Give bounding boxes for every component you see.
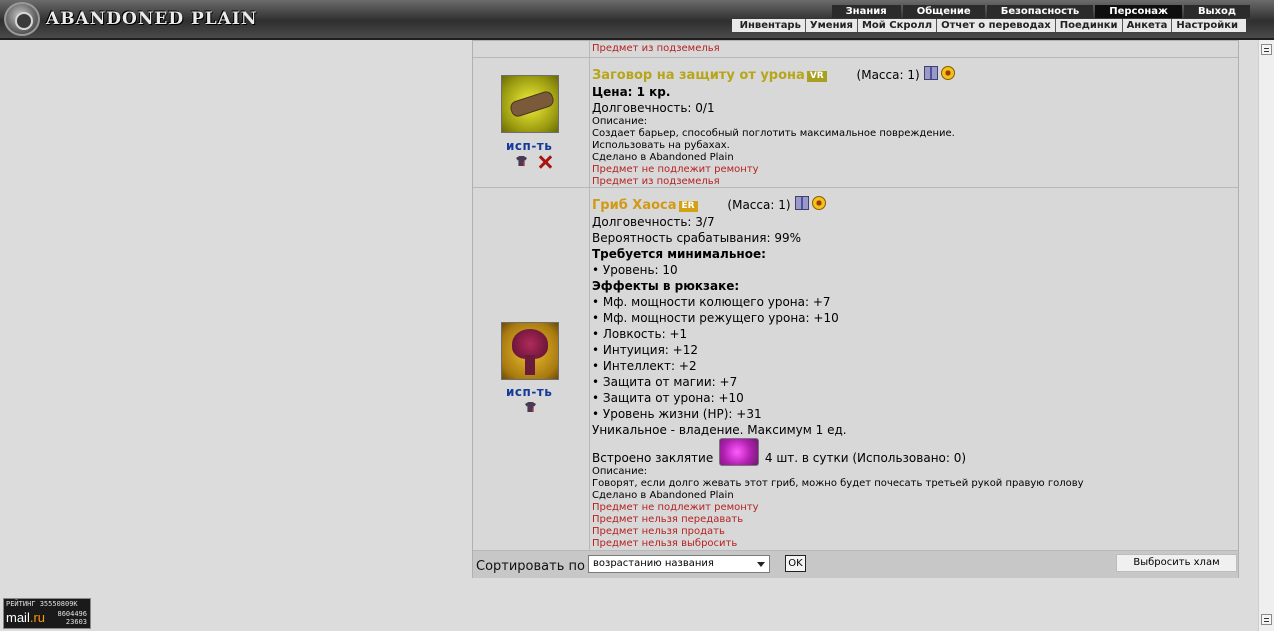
effects-title: Эффекты в рюкзаке: [592, 279, 740, 293]
submenu-my-scroll[interactable]: Мой Скролл [858, 19, 938, 32]
effect-line: • Мф. мощности колющего урона: +7 [592, 295, 831, 309]
gift-icon [923, 66, 938, 80]
spell-prefix: Встроено заклятие [592, 451, 714, 465]
sub-menu: Инвентарь Умения Мой Скролл Отчет о пере… [731, 19, 1246, 32]
item-note: Предмет нельзя передавать [592, 514, 744, 525]
item-name[interactable]: Заговор на защиту от урона [592, 68, 805, 83]
menu-knowledge[interactable]: Знания [831, 5, 901, 18]
submenu-transfer-report[interactable]: Отчет о переводах [937, 19, 1056, 32]
top-header: ABANDONED PLAIN Знания Общение Безопасно… [0, 0, 1274, 40]
effect-line: • Интуиция: +12 [592, 343, 698, 357]
top-menu: Знания Общение Безопасность Персонаж Вых… [831, 5, 1250, 18]
effect-line: • Уровень жизни (HP): +31 [592, 407, 762, 421]
requirements-title: Требуется минимальное: [592, 247, 766, 261]
delete-icon[interactable] [538, 155, 552, 169]
submenu-fights[interactable]: Поединки [1056, 19, 1123, 32]
use-link[interactable]: исп-ть [506, 385, 552, 399]
item-note: Предмет не подлежит ремонту [592, 502, 759, 513]
item-note: Предмет из подземелья [592, 43, 720, 54]
sort-selected-value: возрастанию названия [593, 558, 714, 569]
item-mass: (Масса: 1) [727, 198, 791, 212]
description-line: Говорят, если долго жевать этот гриб, мо… [592, 478, 1084, 489]
item-durability: Долговечность: 0/1 [592, 101, 715, 115]
made-in: Сделано в Abandoned Plain [592, 152, 734, 163]
counter-brand: mail.ru [6, 610, 46, 625]
submenu-profile[interactable]: Анкета [1123, 19, 1173, 32]
spell-usage: 4 шт. в сутки (Использовано: 0) [764, 451, 967, 465]
scroll-thumb-bottom[interactable] [1261, 614, 1272, 625]
submenu-inventory[interactable]: Инвентарь [736, 19, 806, 32]
chevron-down-icon [757, 562, 765, 567]
item-mass: (Масса: 1) [856, 68, 920, 82]
counter-number-total: 8604496 [57, 610, 87, 618]
menu-exit[interactable]: Выход [1183, 5, 1250, 18]
use-link[interactable]: исп-ть [506, 139, 552, 153]
spell-scroll-icon[interactable] [719, 438, 760, 466]
item-price: Цена: 1 кр. [592, 85, 671, 99]
item-note: Предмет нельзя продать [592, 526, 725, 537]
sort-select[interactable]: возрастанию названия [588, 555, 770, 573]
effect-line: • Ловкость: +1 [592, 327, 688, 341]
unique-note: Уникальное - владение. Максимум 1 ед. [592, 423, 847, 437]
embedded-spell: Встроено заклятие 4 шт. в сутки (Использ… [592, 438, 1238, 466]
description-line: Использовать на рубахах. [592, 140, 730, 151]
sort-bar: Сортировать по возрастанию названия OK В… [473, 550, 1238, 578]
coin-icon [811, 196, 826, 210]
submenu-skills[interactable]: Умения [806, 19, 858, 32]
menu-security[interactable]: Безопасность [986, 5, 1094, 18]
logo-text: ABANDONED PLAIN [46, 9, 258, 29]
sort-ok-button[interactable]: OK [785, 555, 806, 572]
effect-line: • Защита от урона: +10 [592, 391, 744, 405]
description-label: Описание: [592, 116, 648, 127]
counter-rating-line: РЕЙТИНГ 35550809К [6, 600, 78, 608]
previous-item-tail: Предмет из подземелья [473, 41, 1238, 57]
rating-counter[interactable]: РЕЙТИНГ 35550809К mail.ru 8604496 23603 [3, 598, 91, 629]
scroll-thumb-top[interactable] [1261, 44, 1272, 55]
rarity-badge: VR [806, 71, 827, 82]
item-image[interactable] [501, 75, 559, 133]
inventory-item: исп-ть Заговор на защиту от урона VR (Мас… [473, 57, 1238, 187]
effect-line: • Интеллект: +2 [592, 359, 697, 373]
item-note: Предмет не подлежит ремонту [592, 164, 759, 175]
item-durability: Долговечность: 3/7 [592, 215, 715, 229]
effect-line: • Мф. мощности режущего урона: +10 [592, 311, 839, 325]
menu-communication[interactable]: Общение [902, 5, 985, 18]
inventory-panel: Предмет из подземелья исп-ть Заговор на … [472, 40, 1239, 578]
item-chance: Вероятность срабатывания: 99% [592, 231, 802, 245]
menu-character[interactable]: Персонаж [1095, 5, 1182, 18]
description-label: Описание: [592, 466, 648, 477]
gift-icon [794, 196, 809, 210]
item-image[interactable] [501, 322, 559, 380]
rarity-badge: ER [678, 201, 698, 212]
effect-line: • Защита от магии: +7 [592, 375, 738, 389]
requirement-line: • Уровень: 10 [592, 263, 678, 277]
submenu-settings[interactable]: Настройки [1172, 19, 1242, 32]
sort-label: Сортировать по [476, 559, 585, 574]
shirt-icon [525, 402, 536, 412]
logo-emblem-icon [4, 2, 40, 36]
shirt-icon [516, 156, 527, 166]
inventory-item: исп-ть Гриб Хаоса ER (Масса: 1) Долговечн… [473, 187, 1238, 550]
description-line: Создает барьер, способный поглотить макс… [592, 128, 955, 139]
coin-icon [940, 66, 955, 80]
page-scrollbar[interactable] [1258, 40, 1274, 631]
item-note: Предмет нельзя выбросить [592, 538, 738, 549]
discard-junk-button[interactable]: Выбросить хлам [1116, 554, 1237, 572]
counter-number-today: 23603 [65, 618, 87, 626]
made-in: Сделано в Abandoned Plain [592, 490, 734, 501]
item-name[interactable]: Гриб Хаоса [592, 198, 677, 213]
